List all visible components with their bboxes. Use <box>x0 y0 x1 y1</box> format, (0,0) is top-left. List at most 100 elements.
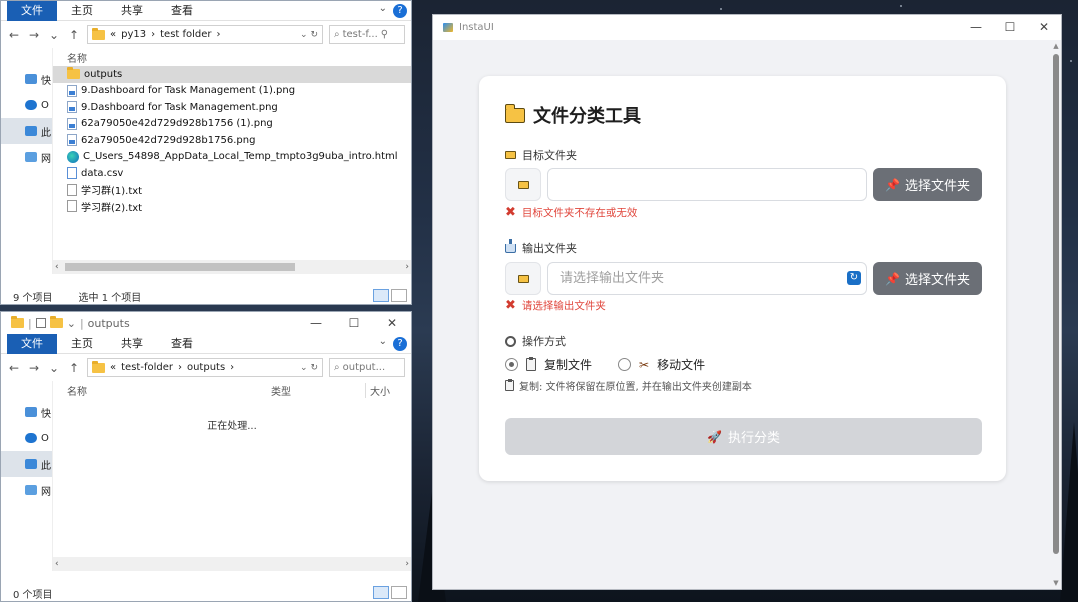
breadcrumb-segment[interactable]: test folder <box>160 29 211 40</box>
radio-move-label[interactable]: 移动文件 <box>657 356 705 373</box>
target-folder-input[interactable] <box>547 168 867 201</box>
address-dropdown-icon[interactable]: ⌄ ↻ <box>300 30 318 40</box>
scroll-left-icon[interactable]: ‹ <box>55 260 59 274</box>
ribbon-tab-share[interactable]: 共享 <box>107 334 157 354</box>
ribbon-tab-share[interactable]: 共享 <box>107 1 157 21</box>
column-header-size[interactable]: 大小 <box>365 382 390 398</box>
minimize-icon[interactable]: — <box>297 312 335 334</box>
scroll-right-icon[interactable]: › <box>405 557 409 571</box>
large-icons-view-icon[interactable] <box>391 289 407 302</box>
nav-onedrive[interactable]: O <box>1 425 52 451</box>
file-row[interactable]: outputs <box>53 66 411 83</box>
horizontal-scrollbar[interactable]: ‹ › <box>53 557 411 571</box>
folder-icon <box>517 274 529 283</box>
radio-move[interactable] <box>618 358 632 371</box>
up-arrow-icon[interactable]: ↑ <box>67 361 81 375</box>
quick-access-dropdown-icon[interactable]: ⌄ <box>67 317 76 330</box>
nav-quick-access[interactable]: 快 <box>1 399 52 425</box>
help-icon[interactable]: ? <box>393 4 407 18</box>
folder-icon <box>505 151 516 159</box>
output-pick-folder-button[interactable]: 📌 选择文件夹 <box>873 262 982 295</box>
details-view-icon[interactable] <box>373 289 389 302</box>
forward-arrow-icon[interactable]: → <box>27 28 41 42</box>
properties-icon[interactable] <box>35 318 46 328</box>
app-logo-icon <box>443 23 453 32</box>
scroll-right-icon[interactable]: › <box>405 260 409 274</box>
forward-arrow-icon[interactable]: → <box>27 361 41 375</box>
search-box[interactable]: ⌕ test-f... ⚲ <box>329 25 405 44</box>
ribbon-tab-view[interactable]: 查看 <box>157 1 207 21</box>
folder-icon <box>11 316 24 328</box>
address-bar[interactable]: « test-folder › outputs › ⌄ ↻ <box>87 358 323 377</box>
file-row[interactable]: data.csv <box>53 165 411 182</box>
output-folder-input[interactable] <box>547 262 867 295</box>
chevron-down-icon[interactable]: ⌄ <box>379 3 387 14</box>
ribbon-tab-file[interactable]: 文件 <box>7 1 57 21</box>
search-box[interactable]: ⌕ output... <box>329 358 405 377</box>
file-row[interactable]: 62a79050e42d729d928b1756 (1).png <box>53 116 411 133</box>
error-x-icon: ✖ <box>505 205 516 220</box>
ribbon-tab-home[interactable]: 主页 <box>57 1 107 21</box>
large-icons-view-icon[interactable] <box>391 586 407 599</box>
minimize-icon[interactable]: — <box>959 15 993 40</box>
search-placeholder: test-f... <box>342 29 378 40</box>
file-row[interactable]: 学习群(1).txt <box>53 182 411 199</box>
breadcrumb-segment[interactable]: outputs <box>187 362 225 373</box>
nav-network[interactable]: 网 <box>1 144 52 170</box>
scroll-down-icon[interactable]: ▼ <box>1051 579 1061 587</box>
details-view-icon[interactable] <box>373 586 389 599</box>
gear-icon <box>505 335 516 347</box>
horizontal-scrollbar[interactable]: ‹ › <box>53 260 411 274</box>
column-header-name[interactable]: ^ 名称 <box>53 48 411 66</box>
output-folder-browse-icon-button[interactable] <box>505 262 541 295</box>
up-arrow-icon[interactable]: ↑ <box>67 28 81 42</box>
nav-this-pc[interactable]: 此 <box>1 451 52 477</box>
close-icon[interactable]: ✕ <box>373 312 411 334</box>
pushpin-icon: 📌 <box>885 177 900 192</box>
explorer-body: 快 O 此 网 ^ 名称 类型 大小 正在处理... ‹ › <box>1 381 411 571</box>
history-chevron-icon[interactable]: ⌄ <box>47 361 61 375</box>
back-arrow-icon[interactable]: ← <box>7 361 21 375</box>
maximize-icon[interactable]: ☐ <box>335 312 373 334</box>
file-row[interactable]: 9.Dashboard for Task Management.png <box>53 99 411 116</box>
run-classify-button[interactable]: 🚀 执行分类 <box>505 418 982 455</box>
history-chevron-icon[interactable]: ⌄ <box>47 28 61 42</box>
scrollbar-thumb[interactable] <box>1053 54 1059 554</box>
nav-network[interactable]: 网 <box>1 477 52 503</box>
column-header-type[interactable]: 类型 <box>271 383 291 398</box>
maximize-icon[interactable]: ☐ <box>993 15 1027 40</box>
target-folder-browse-icon-button[interactable] <box>505 168 541 201</box>
ribbon-tab-view[interactable]: 查看 <box>157 334 207 354</box>
new-folder-icon[interactable] <box>49 316 63 328</box>
column-headers: ^ 名称 类型 大小 <box>53 381 411 399</box>
back-arrow-icon[interactable]: ← <box>7 28 21 42</box>
file-row[interactable]: 学习群(2).txt <box>53 198 411 215</box>
radio-copy-label[interactable]: 复制文件 <box>544 356 592 373</box>
breadcrumb-segment[interactable]: py13 <box>121 29 146 40</box>
output-folder-label: 输出文件夹 <box>505 238 577 256</box>
target-pick-folder-button[interactable]: 📌 选择文件夹 <box>873 168 982 201</box>
address-bar[interactable]: « py13 › test folder › ⌄ ↻ <box>87 25 323 44</box>
view-toggle <box>373 289 407 302</box>
nav-this-pc[interactable]: 此 <box>1 118 52 144</box>
address-dropdown-icon[interactable]: ⌄ ↻ <box>300 363 318 373</box>
ribbon-tab-file[interactable]: 文件 <box>7 333 57 354</box>
radio-copy[interactable] <box>505 358 518 371</box>
file-row[interactable]: C_Users_54898_AppData_Local_Temp_tmpto3g… <box>53 149 411 166</box>
chevron-down-icon[interactable]: ⌄ <box>379 336 387 347</box>
scroll-up-icon[interactable]: ▲ <box>1051 42 1061 50</box>
network-icon <box>25 152 37 162</box>
ribbon-tab-home[interactable]: 主页 <box>57 334 107 354</box>
refresh-icon[interactable]: ↻ <box>847 271 861 285</box>
breadcrumb-segment[interactable]: test-folder <box>121 362 173 373</box>
close-icon[interactable]: ✕ <box>1027 15 1061 40</box>
nav-quick-access[interactable]: 快 <box>1 66 52 92</box>
nav-onedrive[interactable]: O <box>1 92 52 118</box>
file-row[interactable]: 9.Dashboard for Task Management (1).png <box>53 83 411 100</box>
column-header-name[interactable]: 名称 <box>67 383 87 398</box>
help-icon[interactable]: ? <box>393 337 407 351</box>
file-row[interactable]: 62a79050e42d729d928b1756.png <box>53 132 411 149</box>
vertical-scrollbar[interactable]: ▲ ▼ <box>1051 40 1061 589</box>
scroll-left-icon[interactable]: ‹ <box>55 557 59 571</box>
scrollbar-thumb[interactable] <box>65 263 295 271</box>
